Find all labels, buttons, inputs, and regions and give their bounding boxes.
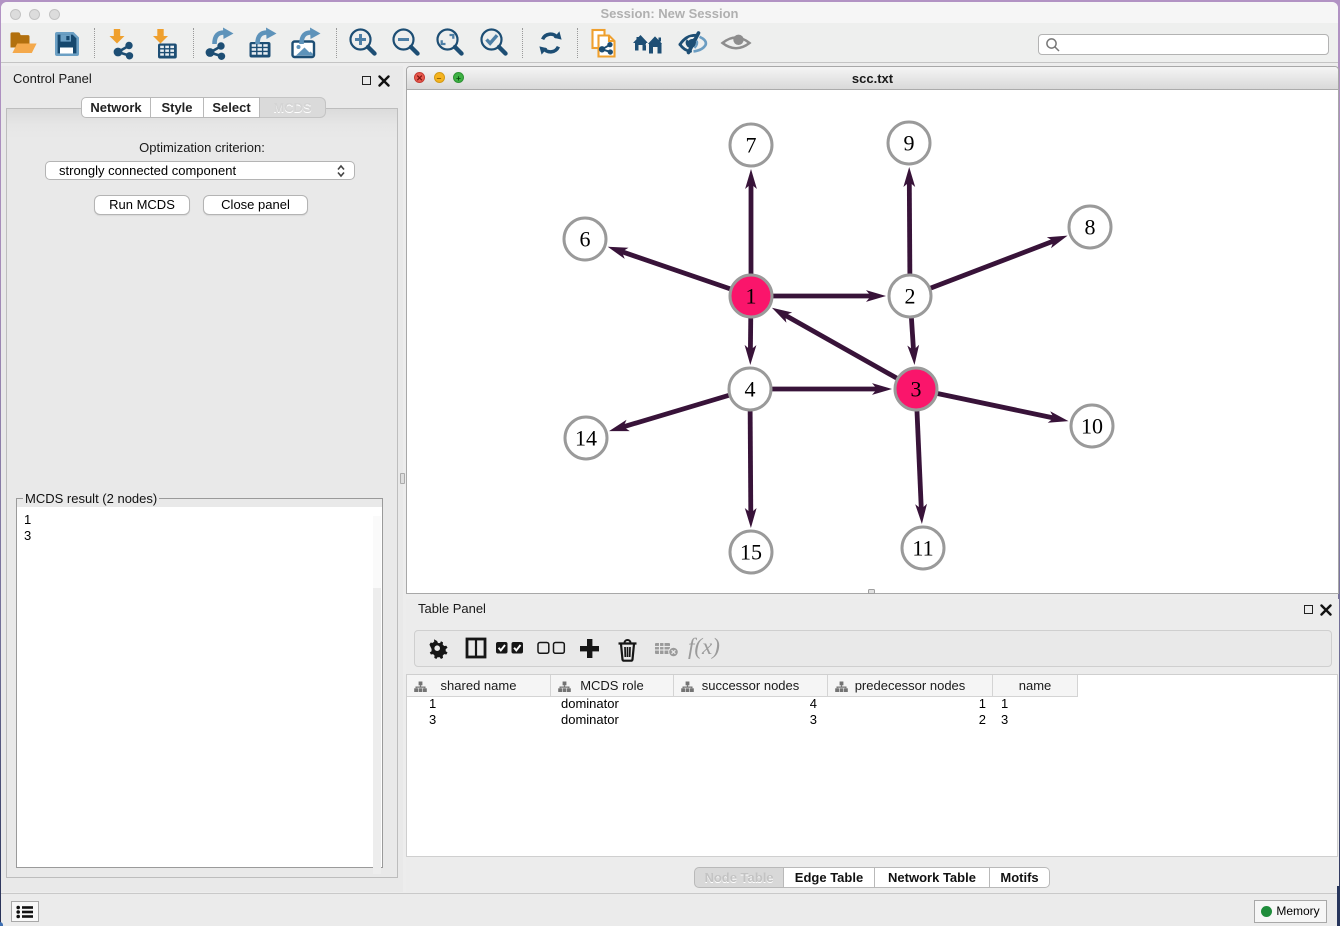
svg-text:14: 14: [575, 426, 597, 451]
svg-text:9: 9: [904, 131, 915, 156]
svg-text:1: 1: [746, 284, 757, 309]
svg-text:8: 8: [1085, 215, 1096, 240]
svg-text:7: 7: [746, 133, 757, 158]
svg-text:3: 3: [911, 377, 922, 402]
svg-text:11: 11: [912, 536, 933, 561]
svg-text:4: 4: [745, 377, 756, 402]
svg-text:2: 2: [905, 284, 916, 309]
svg-text:6: 6: [580, 227, 591, 252]
svg-text:10: 10: [1081, 414, 1103, 439]
svg-text:15: 15: [740, 540, 762, 565]
